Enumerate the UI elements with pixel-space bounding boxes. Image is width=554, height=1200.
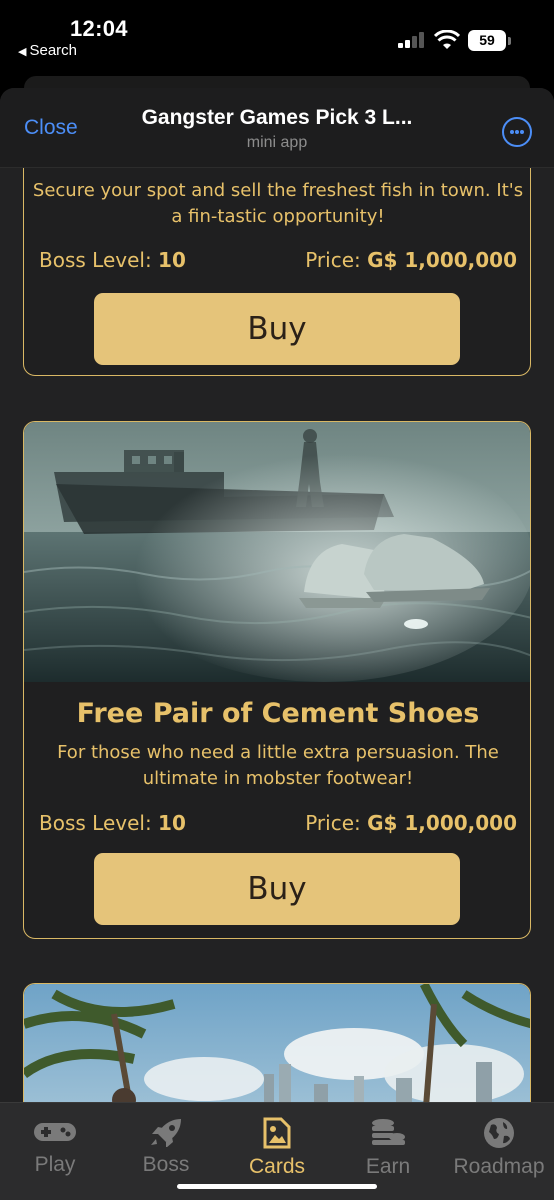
tab-roadmap[interactable]: Roadmap: [444, 1117, 554, 1187]
battery-indicator: 59: [468, 30, 506, 51]
app-subtitle: mini app: [246, 134, 308, 151]
tab-label: Earn: [365, 1155, 411, 1178]
status-bar: 12:04 ◀ Search 59: [0, 0, 554, 64]
card-description: Secure your spot and sell the freshest f…: [32, 180, 524, 227]
gamepad-icon: [34, 1123, 76, 1141]
tab-label: Boss: [142, 1153, 190, 1176]
image-card-icon: [263, 1117, 291, 1149]
status-time: 12:04: [70, 16, 128, 41]
coins-icon: [372, 1119, 405, 1145]
home-indicator: [177, 1184, 377, 1189]
tab-label: Cards: [248, 1155, 306, 1178]
tab-earn[interactable]: Earn: [333, 1117, 443, 1187]
shop-card-cement-shoes: Free Pair of Cement Shoes For those who …: [23, 421, 531, 939]
buy-button[interactable]: Buy: [94, 293, 460, 365]
close-button[interactable]: Close: [24, 116, 78, 140]
back-to-search[interactable]: ◀ Search: [18, 42, 77, 59]
rocket-icon: [151, 1119, 181, 1147]
wifi-icon: [434, 30, 460, 49]
boss-level: Boss Level: 10: [39, 248, 186, 272]
battery-tip: [508, 37, 511, 45]
tab-label: Roadmap: [453, 1155, 545, 1178]
card-title: Free Pair of Cement Shoes: [76, 698, 480, 729]
back-label: Search: [29, 42, 77, 59]
boss-level: Boss Level: 10: [39, 811, 186, 835]
tab-play[interactable]: Play: [0, 1117, 110, 1187]
card-meta-row: Boss Level: 10 Price: G$ 1,000,000: [39, 248, 517, 278]
card-price: Price: G$ 1,000,000: [305, 811, 517, 835]
mini-app-header: Close Gangster Games Pick 3 L... mini ap…: [0, 88, 554, 168]
card-description: For those who need a little extra persua…: [57, 742, 499, 789]
more-options-icon[interactable]: [502, 117, 532, 147]
cellular-signal-icon: [398, 32, 426, 48]
tab-boss[interactable]: Boss: [111, 1117, 221, 1187]
buy-button[interactable]: Buy: [94, 853, 460, 925]
card-meta-row: Boss Level: 10 Price: G$ 1,000,000: [39, 811, 517, 841]
mini-app-sheet: Close Gangster Games Pick 3 L... mini ap…: [0, 88, 554, 1200]
cement-shoes-boat-image: [24, 422, 530, 682]
tab-label: Play: [34, 1153, 76, 1176]
app-title: Gangster Games Pick 3 L...: [141, 106, 413, 129]
card-price: Price: G$ 1,000,000: [305, 248, 517, 272]
tab-cards[interactable]: Cards: [222, 1117, 332, 1187]
globe-icon: [484, 1118, 514, 1148]
back-arrow-icon: ◀: [18, 46, 27, 58]
